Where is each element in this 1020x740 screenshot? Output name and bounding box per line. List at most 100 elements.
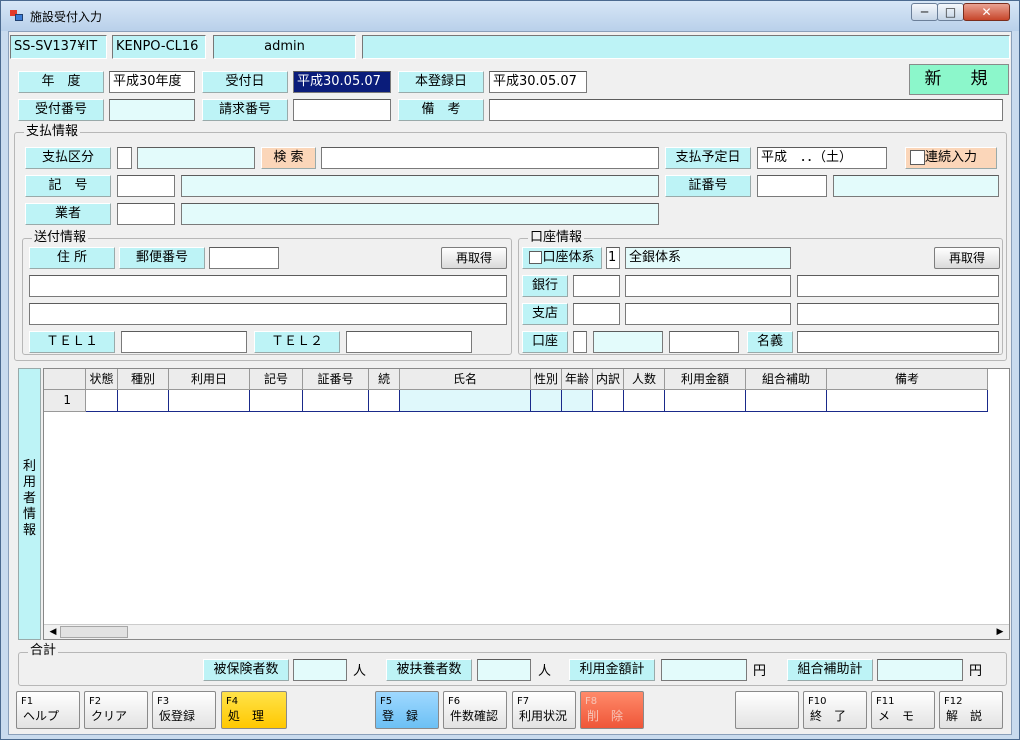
amount-total-field[interactable]: [661, 659, 747, 681]
grid-cell[interactable]: [665, 390, 746, 412]
symbol-label: 記 号: [25, 175, 111, 197]
title-bar: 施設受付入力 ─ □ ✕: [1, 1, 1019, 31]
column-header[interactable]: 氏名: [400, 369, 531, 390]
f3-provisional-button[interactable]: F3 仮登録: [152, 691, 216, 729]
f1-help-button[interactable]: F1 ヘルプ: [16, 691, 80, 729]
f9-blank-button[interactable]: [735, 691, 799, 729]
scheduled-date-field[interactable]: 平成 ．．（土）: [757, 147, 887, 169]
scroll-thumb[interactable]: [60, 626, 128, 638]
receipt-date-field[interactable]: 平成30.05.07: [293, 71, 391, 93]
f5-register-button[interactable]: F5 登 録: [375, 691, 439, 729]
receipt-no-field[interactable]: [109, 99, 195, 121]
bank-label: 銀行: [522, 275, 568, 297]
grid-cell[interactable]: [593, 390, 624, 412]
holder-field[interactable]: [797, 331, 999, 353]
grid-cell[interactable]: [562, 390, 593, 412]
f7-usage-status-button[interactable]: F7 利用状況: [512, 691, 576, 729]
bank-code-field[interactable]: [573, 275, 620, 297]
column-header[interactable]: 性別: [531, 369, 562, 390]
fkey-label: ヘルプ: [23, 709, 60, 723]
subsidy-total-field[interactable]: [877, 659, 963, 681]
column-header[interactable]: 人数: [624, 369, 665, 390]
bank-extra-field[interactable]: [797, 275, 999, 297]
close-button[interactable]: ✕: [963, 3, 1010, 21]
grid-cell[interactable]: [369, 390, 400, 412]
column-header[interactable]: 記号: [250, 369, 303, 390]
bank-name-field[interactable]: [625, 275, 791, 297]
symbol-code-field[interactable]: [117, 175, 175, 197]
shipping-refetch-button[interactable]: 再取得: [441, 247, 507, 269]
search-field[interactable]: [321, 147, 659, 169]
scroll-right-icon[interactable]: ▶: [993, 626, 1007, 639]
account-extra-field[interactable]: [669, 331, 739, 353]
column-header[interactable]: 年齢: [562, 369, 593, 390]
vendor-code-field[interactable]: [117, 203, 175, 225]
grid-cell[interactable]: [86, 390, 118, 412]
account-refetch-button[interactable]: 再取得: [934, 247, 1000, 269]
column-header[interactable]: 備考: [827, 369, 988, 390]
grid-cell[interactable]: [746, 390, 827, 412]
f11-memo-button[interactable]: F11 メ モ: [871, 691, 935, 729]
vendor-name-field[interactable]: [181, 203, 659, 225]
branch-code-field[interactable]: [573, 303, 620, 325]
grid-cell[interactable]: [303, 390, 369, 412]
tel1-field[interactable]: [121, 331, 247, 353]
fkey-label: 件数確認: [450, 709, 499, 723]
scroll-left-icon[interactable]: ◀: [46, 626, 60, 639]
horizontal-scrollbar[interactable]: ◀ ▶: [44, 624, 1009, 639]
invoice-no-field[interactable]: [293, 99, 391, 121]
f2-clear-button[interactable]: F2 クリア: [84, 691, 148, 729]
continuous-input-checkbox[interactable]: [910, 150, 925, 165]
f10-exit-button[interactable]: F10 終 了: [803, 691, 867, 729]
continuous-input-toggle[interactable]: 連続入力: [905, 147, 997, 169]
symbol-name-field[interactable]: [181, 175, 659, 197]
f4-process-button[interactable]: F4 処 理: [221, 691, 287, 729]
column-header[interactable]: 状態: [86, 369, 118, 390]
column-header[interactable]: 利用日: [169, 369, 250, 390]
payment-type-label: 支払区分: [25, 147, 111, 169]
payment-type-name-field[interactable]: [137, 147, 255, 169]
dependent-count-field[interactable]: [477, 659, 531, 681]
zip-label: 郵便番号: [119, 247, 205, 269]
minimize-button[interactable]: ─: [911, 3, 938, 21]
cert-no-field[interactable]: [757, 175, 827, 197]
search-button[interactable]: 検 索: [261, 147, 316, 169]
column-header[interactable]: 種別: [118, 369, 169, 390]
branch-name-field[interactable]: [625, 303, 791, 325]
account-group-title: 口座情報: [528, 230, 585, 245]
maximize-button[interactable]: □: [937, 3, 964, 21]
f12-guide-button[interactable]: F12 解 説: [939, 691, 1003, 729]
remarks-field[interactable]: [489, 99, 1003, 121]
column-header[interactable]: 利用金額: [665, 369, 746, 390]
grid-cell[interactable]: [827, 390, 988, 412]
insured-count-field[interactable]: [293, 659, 347, 681]
f6-count-check-button[interactable]: F6 件数確認: [443, 691, 507, 729]
column-header[interactable]: 証番号: [303, 369, 369, 390]
grid-cell[interactable]: [400, 390, 531, 412]
account-system-code-field[interactable]: 1: [606, 247, 620, 269]
branch-extra-field[interactable]: [797, 303, 999, 325]
application-window: 施設受付入力 ─ □ ✕ SS-SV137¥IT KENPO-CL16 admi…: [0, 0, 1020, 740]
year-field[interactable]: 平成30年度: [109, 71, 195, 93]
column-header[interactable]: 内訳: [593, 369, 624, 390]
registration-date-field[interactable]: 平成30.05.07: [489, 71, 587, 93]
scheduled-date-label: 支払予定日: [665, 147, 751, 169]
column-header[interactable]: 続: [369, 369, 400, 390]
grid-cell[interactable]: [118, 390, 169, 412]
cert-no-extra-field[interactable]: [833, 175, 999, 197]
tel2-field[interactable]: [346, 331, 472, 353]
f8-delete-button[interactable]: F8 削 除: [580, 691, 644, 729]
grid-cell[interactable]: [624, 390, 665, 412]
account-system-name-field[interactable]: 全銀体系: [625, 247, 791, 269]
grid-cell[interactable]: [250, 390, 303, 412]
address1-field[interactable]: [29, 275, 507, 297]
zip-field[interactable]: [209, 247, 279, 269]
column-header[interactable]: 組合補助: [746, 369, 827, 390]
account-system-checkbox[interactable]: [529, 251, 543, 264]
payment-type-code-field[interactable]: [117, 147, 132, 169]
address2-field[interactable]: [29, 303, 507, 325]
grid-cell[interactable]: [531, 390, 562, 412]
account-no-field[interactable]: [593, 331, 663, 353]
account-type-field[interactable]: [573, 331, 587, 353]
grid-cell[interactable]: [169, 390, 250, 412]
